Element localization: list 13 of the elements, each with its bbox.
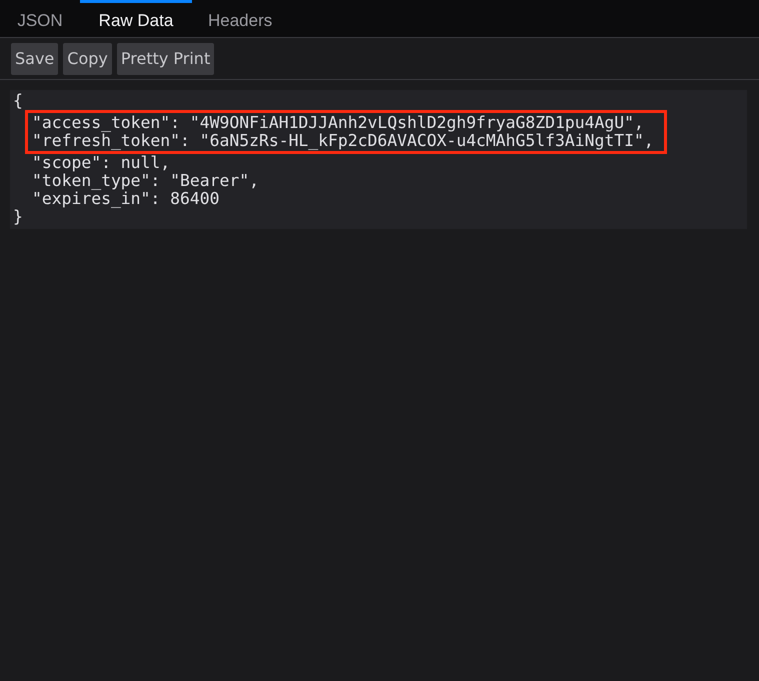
tab[interactable]: Headers bbox=[192, 0, 288, 37]
tab[interactable]: Raw Data bbox=[80, 0, 192, 37]
code-line: "refresh_token": "6aN5zRs-HL_kFp2cD6AVACOX-u4cMAhG5lf3AiNgtTI", bbox=[25, 132, 667, 154]
code-line: "scope": null, bbox=[31, 154, 170, 172]
code-line: } bbox=[13, 208, 23, 226]
toolbar-button[interactable]: Save bbox=[11, 42, 58, 74]
code-line: "token_type": "Bearer", bbox=[31, 172, 259, 190]
code-line: { bbox=[13, 92, 23, 110]
code-line: "access_token": "4W9ONFiAH1DJJAnh2vLQshlD2gh9fryaG8ZD1pu4AgU", bbox=[25, 110, 667, 132]
toolbar-button[interactable]: Copy bbox=[63, 42, 112, 74]
tab[interactable]: JSON bbox=[0, 0, 80, 37]
toolbar-button[interactable]: Pretty Print bbox=[116, 42, 214, 74]
code-line: "expires_in": 86400 bbox=[31, 190, 220, 208]
